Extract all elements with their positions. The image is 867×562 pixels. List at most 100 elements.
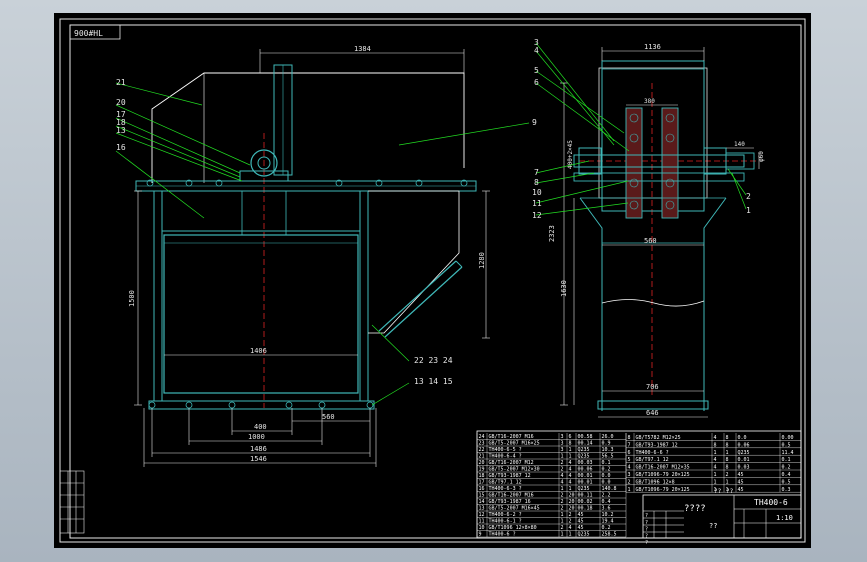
- left-row: 9 TH400-6 ? 1 1 Q235 258.5: [477, 532, 626, 538]
- left-cell: 1: [561, 512, 564, 518]
- left-cell: 4: [569, 473, 572, 479]
- left-cell: Q235: [578, 532, 590, 538]
- left-cell: GB/T5-2007 M16×25: [489, 441, 540, 447]
- drawing-name-short: ??: [709, 522, 717, 530]
- sheet-mark: ??: [714, 488, 722, 495]
- left-cell: GB/T5-2007 M16×45: [489, 506, 540, 512]
- chute-slope-b: [384, 266, 463, 338]
- left-cell: 20: [569, 499, 575, 505]
- right-row: 4 GB/T16-2007 M12×35 4 8 0.03 0.2: [626, 465, 801, 471]
- side-bottom-flange: [597, 400, 709, 410]
- dim-1546: 1546: [250, 455, 267, 463]
- drawing-title: ????: [684, 504, 706, 514]
- inner-border: [69, 24, 802, 539]
- left-cell: 3: [561, 447, 564, 453]
- left-cell: 00.58: [578, 434, 593, 440]
- left-cell: 3.6: [602, 506, 611, 512]
- left-cell: 20: [479, 460, 485, 466]
- right-post: [359, 190, 369, 402]
- left-cell: GB/T16-2007 M12: [489, 460, 534, 466]
- left-row: 12 TH400-6-2 ? 1 2 45 10.2: [477, 512, 626, 518]
- right-row: 2 GB/T1096 12×8 1 1 45 0.5: [626, 479, 801, 485]
- right-row: 7 GB/T93-1987 12 8 8 0.06 0.5: [626, 442, 801, 448]
- balloon-16: 16: [116, 143, 126, 152]
- left-cell: 4: [561, 473, 564, 479]
- gate-upper: [161, 190, 361, 232]
- left-row: 13 GB/T5-2007 M16×45 2 20 00.18 3.6: [477, 506, 626, 512]
- left-cell: GB/T1096 12×8×80: [489, 525, 537, 531]
- left-cell: 14: [479, 499, 485, 505]
- right-row: 6 TH400-6-6 ? 1 1 Q235 11.4: [626, 450, 801, 456]
- side-dim-inner: 560: [644, 237, 657, 245]
- side-balloon-1: 1: [746, 206, 751, 215]
- side-balloon-12: 12: [532, 211, 542, 220]
- right-cell: 8: [628, 435, 631, 441]
- drawing-sheet: 900#HL 1384 1280 1500 1406 400 560 1000 …: [54, 13, 811, 548]
- side-dim-lower: 1630: [560, 280, 568, 297]
- right-cell: 0.4: [782, 472, 791, 478]
- right-cell: 3: [628, 472, 631, 478]
- right-cell: 11.4: [782, 450, 794, 456]
- right-cell: 4: [714, 465, 717, 471]
- right-cell: 4: [714, 435, 717, 441]
- left-cell: 9: [479, 532, 482, 538]
- left-cell: 00.01: [578, 480, 593, 486]
- left-cell: 2: [569, 519, 572, 525]
- side-cover: [598, 67, 708, 199]
- left-cell: 19.4: [602, 519, 614, 525]
- left-cell: 0.4: [602, 499, 611, 505]
- left-row: 19 GB/T5-2007 M12×30 2 4 00.06 0.2: [477, 467, 626, 473]
- side-balloon-7: 7: [534, 168, 539, 177]
- left-cell: 4: [561, 480, 564, 486]
- qty-mark: ??: [726, 488, 734, 495]
- balloon-13: 13: [116, 126, 126, 135]
- hopper-break: [601, 299, 705, 307]
- left-cell: 0.0: [602, 480, 611, 486]
- left-row: 16 TH400-6-3 ? 1 1 Q235 140.8: [477, 486, 626, 492]
- left-cell: 2: [561, 467, 564, 473]
- left-cell: 1: [569, 532, 572, 538]
- right-cell: GB/T1096 12×8: [636, 479, 675, 485]
- left-cell: 00.01: [578, 473, 593, 479]
- side-dim-shaftlen: 140: [734, 141, 745, 148]
- left-cell: 0.2: [602, 525, 611, 531]
- right-cell: 45: [738, 479, 744, 485]
- left-cell: 1: [561, 519, 564, 525]
- parts-list-right: 8 GB/T5782 M12×25 4 8 0.0 0.007 GB/T93-1987 12…: [625, 433, 802, 493]
- left-cell: 26.0: [602, 434, 614, 440]
- right-cell: TH400-6-6 ?: [636, 450, 669, 456]
- signature-marks: ?????: [645, 513, 648, 546]
- right-row: 5 GB/T97.1 12 4 8 0.01 0.1: [626, 457, 801, 463]
- right-cell: 0.5: [782, 442, 791, 448]
- left-cell: 2: [561, 525, 564, 531]
- right-cell: 1: [714, 450, 717, 456]
- left-cell: 0.0: [602, 473, 611, 479]
- left-row: 11 TH400-6-1 ? 1 2 45 19.4: [477, 519, 626, 525]
- balloon-20: 20: [116, 98, 126, 107]
- balloon-22-23-24: 22 23 24: [414, 356, 453, 365]
- dim-inner-width: 1406: [250, 347, 267, 355]
- left-cell: 00.11: [578, 493, 593, 499]
- left-cell: 00.06: [578, 467, 593, 473]
- right-cell: 6: [628, 450, 631, 456]
- left-cell: 18: [479, 473, 485, 479]
- left-cell: 3: [561, 434, 564, 440]
- right-cell: 7: [628, 442, 631, 448]
- right-cell: 1: [726, 479, 729, 485]
- left-cell: 8: [569, 441, 572, 447]
- left-cell: 3: [561, 441, 564, 447]
- right-cell: 4: [628, 465, 631, 471]
- right-cell: 0.3: [782, 487, 791, 493]
- left-cell: GB/T16-2007 M16: [489, 434, 534, 440]
- left-cell: GB/T93-1987 12: [489, 473, 531, 479]
- left-row: 21 TH400-6-4 ? 1 1 Q235 56.5: [477, 454, 626, 460]
- side-balloon-10: 10: [532, 188, 542, 197]
- left-cell: 4: [569, 480, 572, 486]
- right-cell: 5: [628, 457, 631, 463]
- left-cell: TH400-6 ?: [489, 532, 516, 538]
- left-cell: 10.3: [602, 447, 614, 453]
- signature-label: ?: [645, 513, 648, 519]
- dim-400: 400: [254, 423, 267, 431]
- left-cell: TH400-6-2 ?: [489, 512, 522, 518]
- left-cell: 1: [561, 532, 564, 538]
